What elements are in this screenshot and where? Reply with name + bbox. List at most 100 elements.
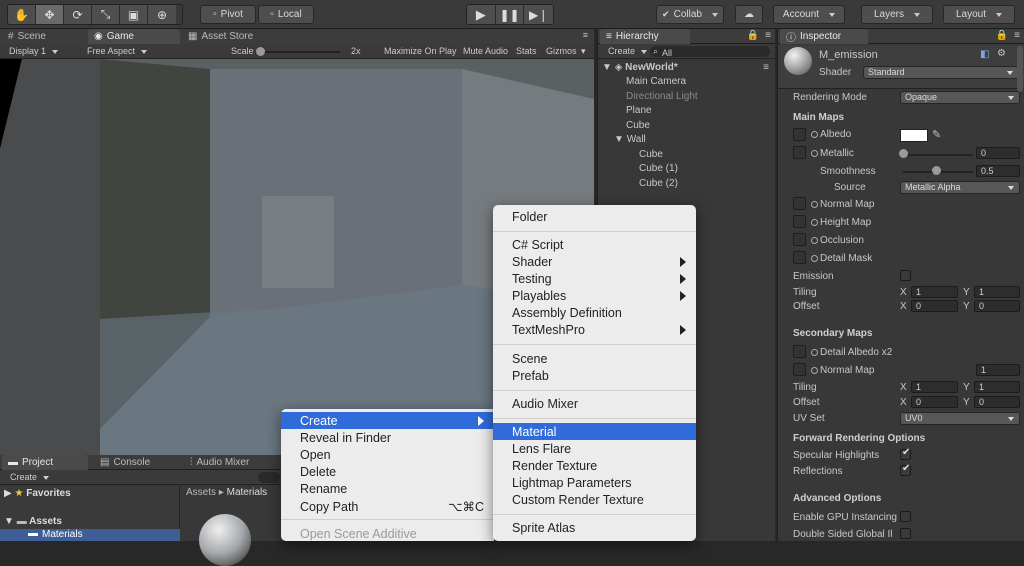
scale-tool-icon[interactable]: ⤡ [92,5,120,24]
uv-set-dropdown[interactable]: UV0 [900,412,1020,425]
layout-dropdown[interactable]: Layout [943,5,1015,24]
albedo-texture-slot[interactable] [793,128,806,141]
material-asset-thumbnail[interactable] [199,514,251,566]
transform-tool-icon[interactable]: ⊕ [148,5,176,24]
project-search[interactable] [258,472,280,483]
menu-item-scene[interactable]: Scene [493,350,696,367]
source-dropdown[interactable]: Metallic Alpha [900,181,1020,194]
albedo-color-swatch[interactable] [900,129,928,142]
secondary-normal-map-slot[interactable] [793,363,806,376]
breadcrumb-assets[interactable]: Assets [186,487,216,498]
metallic-slider-track[interactable] [903,154,973,156]
eyedropper-icon[interactable]: ✎ [932,128,941,141]
menu-item-rename[interactable]: Rename [281,480,494,497]
menu-item-lightmap-parameters[interactable]: Lightmap Parameters [493,474,696,491]
create-dropdown[interactable]: Create [608,46,647,56]
materials-item[interactable]: ▬ Materials [0,528,180,541]
shader-dropdown[interactable]: Standard [863,66,1019,79]
hierarchy-item[interactable]: Plane [626,105,652,116]
detail-albedo-picker-icon[interactable] [811,349,818,356]
metallic-texture-slot[interactable] [793,146,806,159]
hierarchy-item-wall[interactable]: ▼ Wall [614,134,646,145]
step-icon[interactable]: ▶❘ [524,5,553,24]
account-dropdown[interactable]: Account [773,5,845,24]
panel-menu-icon[interactable]: ≡ [583,30,588,40]
menu-item-shader[interactable]: Shader [493,253,696,270]
height-map-slot[interactable] [793,215,806,228]
specular-highlights-checkbox[interactable] [900,447,911,460]
rotate-tool-icon[interactable]: ⟳ [64,5,92,24]
tiling2-y-field[interactable]: 1 [974,381,1020,393]
secondary-normal-map-picker-icon[interactable] [811,367,818,374]
metallic-picker-icon[interactable] [811,150,818,157]
reflections-checkbox[interactable] [900,463,911,476]
panel-menu-icon[interactable]: ≡ [1014,30,1020,41]
panel-menu-icon[interactable]: ≡ [765,30,771,41]
tab-console[interactable]: ▤ Console [94,455,156,470]
breadcrumb-materials[interactable]: Materials [227,487,268,498]
metallic-value[interactable]: 0 [976,147,1020,159]
menu-item-create[interactable]: Create [281,412,494,429]
tab-game[interactable]: ◉ Game [88,29,180,44]
double-sided-gi-checkbox[interactable] [900,528,911,539]
menu-item-csharp-script[interactable]: C# Script [493,236,696,253]
height-map-picker-icon[interactable] [811,219,818,226]
tab-project[interactable]: ▬ Project [2,455,88,470]
layers-dropdown[interactable]: Layers [861,5,933,24]
hierarchy-item[interactable]: Cube (1) [639,163,678,174]
cloud-button[interactable]: ☁ [735,5,763,24]
tiling-y-field[interactable]: 1 [974,286,1020,298]
menu-item-reveal-in-finder[interactable]: Reveal in Finder [281,429,494,446]
display-dropdown[interactable]: Display 1 [9,46,58,56]
scrollbar[interactable] [1017,46,1023,92]
tab-hierarchy[interactable]: ≡ Hierarchy [600,29,690,44]
offset2-x-field[interactable]: 0 [911,396,958,408]
collab-dropdown[interactable]: ✔ Collab [656,5,724,24]
menu-item-textmeshpro[interactable]: TextMeshPro [493,321,696,338]
project-create-dropdown[interactable]: Create [10,472,49,482]
detail-mask-picker-icon[interactable] [811,255,818,262]
menu-item-material[interactable]: Material [493,423,696,440]
gpu-instancing-checkbox[interactable] [900,511,911,522]
scale-slider-track[interactable] [256,51,340,53]
tab-inspector[interactable]: ⓘ Inspector [780,29,868,44]
menu-item-custom-render-texture[interactable]: Custom Render Texture [493,491,696,508]
hand-tool-icon[interactable]: ✋ [8,5,36,24]
offset-x-field[interactable]: 0 [911,300,958,312]
hierarchy-search[interactable]: ⌕ All [650,46,770,58]
smoothness-slider-thumb[interactable] [932,166,941,175]
smoothness-value[interactable]: 0.5 [976,165,1020,177]
menu-item-open[interactable]: Open [281,446,494,463]
scene-menu-icon[interactable]: ≡ [763,62,769,73]
menu-item-testing[interactable]: Testing [493,270,696,287]
tab-audio-mixer[interactable]: ⫶ Audio Mixer [184,455,255,470]
menu-item-copy-path[interactable]: Copy Path ⌥⌘C [281,498,494,515]
menu-item-playables[interactable]: Playables [493,287,696,304]
normal-map-picker-icon[interactable] [811,201,818,208]
menu-item-lens-flare[interactable]: Lens Flare [493,440,696,457]
gear-icon[interactable]: ⚙ [997,48,1006,59]
scale-slider-thumb[interactable] [256,47,265,56]
tiling2-x-field[interactable]: 1 [911,381,958,393]
rect-tool-icon[interactable]: ▣ [120,5,148,24]
pause-icon[interactable]: ❚❚ [495,5,525,24]
hierarchy-item[interactable]: Main Camera [626,76,686,87]
move-tool-icon[interactable]: ✥ [36,5,64,24]
menu-item-folder[interactable]: Folder [493,208,696,225]
tab-scene[interactable]: # Scene [2,29,52,44]
maximize-on-play-toggle[interactable]: Maximize On Play [384,46,457,56]
occlusion-slot[interactable] [793,233,806,246]
menu-item-assembly-definition[interactable]: Assembly Definition [493,304,696,321]
hierarchy-item[interactable]: Directional Light [626,91,698,102]
normal-map-slot[interactable] [793,197,806,210]
assets-item[interactable]: ▼ ▬ Assets [4,516,62,527]
hierarchy-item[interactable]: Cube [639,149,663,160]
mute-audio-toggle[interactable]: Mute Audio [463,46,508,56]
emission-checkbox[interactable] [900,270,911,281]
menu-item-sprite-atlas[interactable]: Sprite Atlas [493,519,696,536]
menu-item-render-texture[interactable]: Render Texture [493,457,696,474]
tiling-x-field[interactable]: 1 [911,286,958,298]
gizmos-arrow-icon[interactable]: ▾ [581,46,586,57]
aspect-dropdown[interactable]: Free Aspect [87,46,147,56]
lock-icon[interactable]: 🔒 [747,30,759,41]
